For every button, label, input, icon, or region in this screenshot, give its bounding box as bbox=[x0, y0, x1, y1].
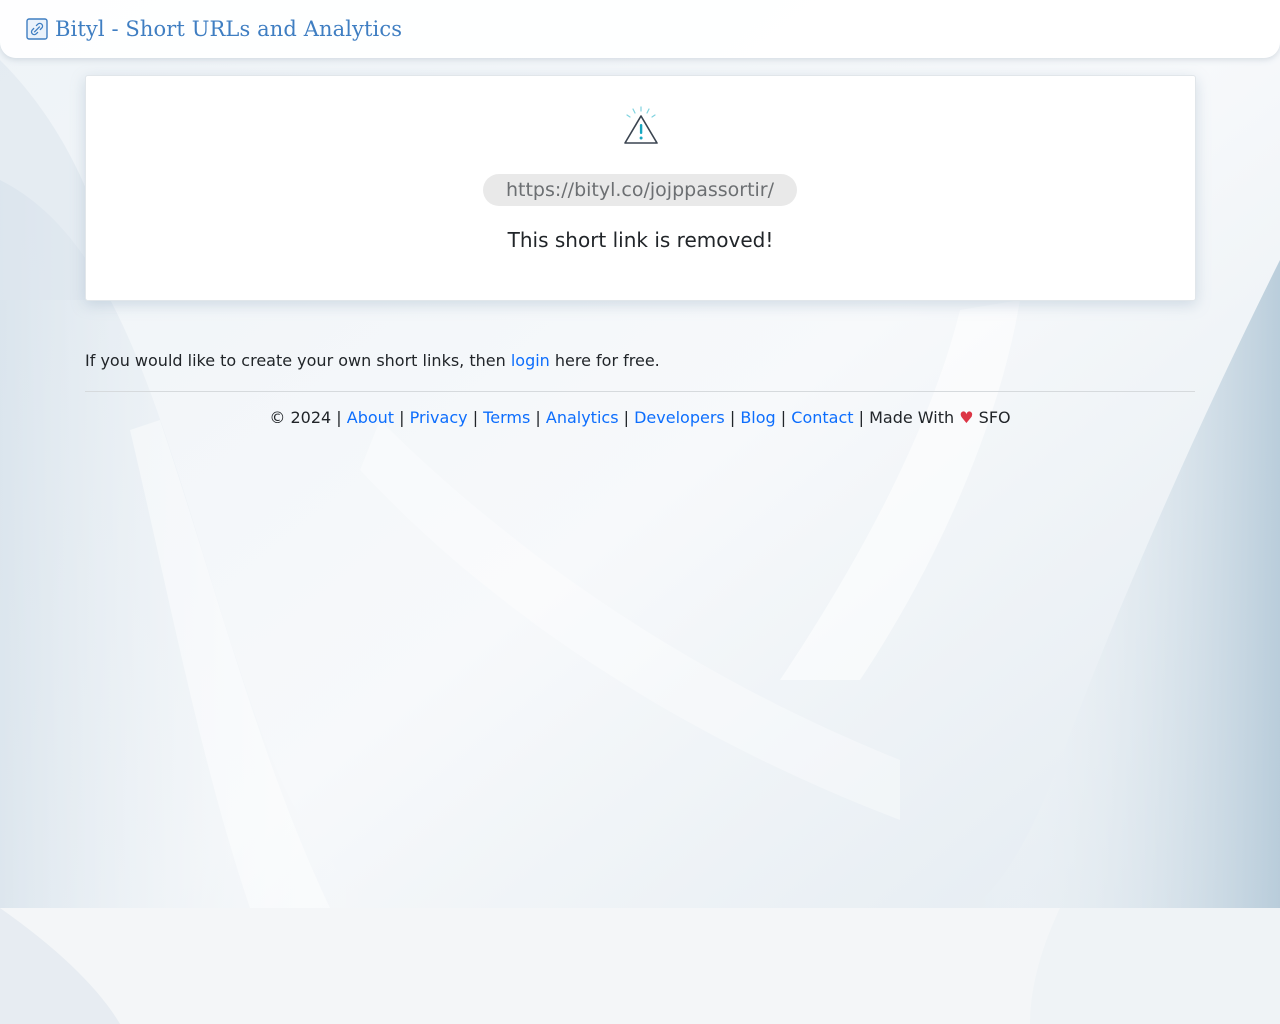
brand-link[interactable]: Bityl - Short URLs and Analytics bbox=[26, 17, 402, 41]
promo-text: If you would like to create your own sho… bbox=[85, 351, 660, 370]
promo-text-after: here for free. bbox=[554, 351, 660, 370]
copyright: © 2024 bbox=[269, 408, 332, 427]
footer-link-developers[interactable]: Developers bbox=[634, 408, 725, 427]
short-url-badge: https://bityl.co/jojppassortir/ bbox=[483, 174, 797, 206]
footer-divider bbox=[85, 391, 1195, 392]
removed-link-card: https://bityl.co/jojppassortir/ This sho… bbox=[85, 75, 1196, 301]
footer-link-terms[interactable]: Terms bbox=[483, 408, 530, 427]
footer: © 2024 | About | Privacy | Terms | Analy… bbox=[0, 408, 1280, 427]
footer-separator: | bbox=[729, 408, 736, 427]
footer-separator: | bbox=[399, 408, 405, 427]
removed-message: This short link is removed! bbox=[507, 228, 774, 252]
brand-title[interactable]: Bityl - Short URLs and Analytics bbox=[55, 17, 402, 41]
footer-link-analytics[interactable]: Analytics bbox=[546, 408, 619, 427]
navbar: Bityl - Short URLs and Analytics bbox=[0, 0, 1280, 58]
footer-link-blog[interactable]: Blog bbox=[740, 408, 775, 427]
footer-separator: | bbox=[472, 408, 479, 427]
location-text: SFO bbox=[978, 408, 1011, 427]
footer-link-about[interactable]: About bbox=[347, 408, 394, 427]
warning-icon bbox=[624, 106, 658, 144]
footer-link-privacy[interactable]: Privacy bbox=[410, 408, 468, 427]
link-icon bbox=[26, 18, 48, 40]
promo-text-before: If you would like to create your own sho… bbox=[85, 351, 506, 370]
footer-separator: | bbox=[623, 408, 630, 427]
footer-separator: | bbox=[535, 408, 541, 427]
made-with-text: Made With bbox=[869, 408, 955, 427]
footer-separator: | bbox=[336, 408, 342, 427]
heart-icon: ♥ bbox=[959, 408, 974, 427]
footer-separator: | bbox=[780, 408, 787, 427]
login-link[interactable]: login bbox=[511, 351, 550, 370]
footer-separator: | bbox=[858, 408, 864, 427]
footer-link-contact[interactable]: Contact bbox=[791, 408, 853, 427]
